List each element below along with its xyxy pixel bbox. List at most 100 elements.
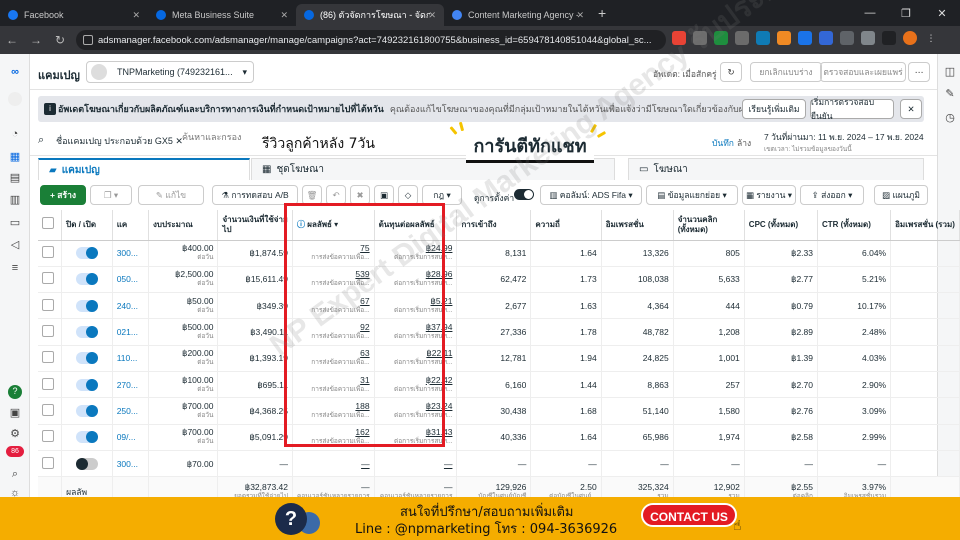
row-toggle-cell[interactable] [61,318,113,346]
review-publish-button[interactable]: ตรวจสอบและเผยแพร่ [820,62,906,82]
frequency-column-header[interactable]: ความถี่ [530,210,602,241]
close-window-icon[interactable]: ✕ [924,7,960,20]
settings-gear-icon[interactable]: ⚙ [8,428,22,440]
clear-filter-link[interactable]: ล้าง [737,136,751,150]
table-row[interactable]: 09/... ฿700.00 ต่อวัน ฿5,091.29 162 การส่งข้อ… [38,424,960,451]
account-selector[interactable]: TNPMarketing (749232161... ▾ [86,61,254,83]
table-row[interactable]: 021... ฿500.00 ต่อวัน ฿3,490.11 92 การส่งข้อค… [38,318,960,346]
reach-column-header[interactable]: การเข้าถึง [456,210,532,241]
search-icon[interactable]: ⌕ [8,468,22,480]
refresh-icon[interactable]: ↻ [720,62,742,82]
extension-icon[interactable] [756,31,770,45]
megaphone-icon[interactable]: ◁ [8,239,22,251]
more-options-icon[interactable]: ⋯ [908,62,930,82]
campaign-toggle-switch[interactable] [75,431,98,444]
extension-icon[interactable] [672,31,686,45]
puzzle-icon[interactable] [861,31,875,45]
tag-icon[interactable]: ◇ [398,185,418,205]
close-icon[interactable]: ✕ [132,10,140,21]
row-checkbox[interactable] [42,272,54,285]
row-select-cell[interactable] [38,240,63,267]
row-checkbox[interactable] [42,298,54,311]
row-toggle-cell[interactable] [61,292,113,320]
row-select-cell[interactable] [38,266,63,294]
reload-icon[interactable]: ↻ [48,33,72,47]
undo-icon[interactable]: ↶ [326,185,346,205]
extension-icon[interactable] [819,31,833,45]
tab-ads[interactable]: ▭ โฆษณา [628,158,924,180]
edit-button[interactable]: ✎ แก้ไข [138,185,204,205]
learn-more-button[interactable]: เรียนรู้เพิ่มเติม [742,99,806,119]
campaign-toggle-switch[interactable] [75,273,98,286]
row-checkbox[interactable] [42,430,54,443]
row-toggle-cell[interactable] [61,240,113,267]
campaign-toggle-switch[interactable] [75,378,98,391]
row-checkbox[interactable] [42,403,54,416]
row-select-cell[interactable] [38,318,63,346]
tab-campaigns[interactable]: ▰ แคมเปญ [38,158,250,180]
campaign-name-cell[interactable]: 300... [112,240,149,267]
spent-column-header[interactable]: จำนวนเงินที่ใช้จ่ายไป [217,210,294,241]
contact-us-button[interactable]: CONTACT US [641,503,737,527]
ctr-column-header[interactable]: CTR (ทั้งหมด) [817,210,892,241]
date-range-picker[interactable]: 7 วันที่ผ่านมา: 11 พ.ย. 2024 – 17 พ.ย. 2… [764,130,934,153]
campaign-name-cell[interactable]: 250... [112,397,149,425]
reports-icon[interactable]: ▣ [8,407,22,419]
new-tab-button[interactable]: + [598,5,606,21]
save-filter-link[interactable]: บันทึก [712,136,734,150]
campaign-name-cell[interactable]: 050... [112,266,149,294]
start-review-button[interactable]: เริ่มการตรวจสอบยืนยัน [810,97,894,121]
browser-tab-content-marketing[interactable]: Content Marketing Agency - Co✕ [444,4,592,26]
close-icon[interactable]: ✕ [576,10,584,21]
row-select-cell[interactable] [38,345,63,372]
table-row[interactable]: 300... ฿70.00— — — — — — — — — [38,450,960,478]
ab-test-button[interactable]: ⚗ การทดสอบ A/B [212,185,298,205]
row-select-cell[interactable] [38,450,63,478]
table-row[interactable]: 110... ฿200.00 ต่อวัน ฿1,393.19 63 การส่งข้อค… [38,345,960,372]
campaigns-icon[interactable]: ▦ [8,151,22,163]
campaign-name-cell[interactable]: 09/... [112,424,149,451]
table-row[interactable]: 240... ฿50.00 ต่อวัน ฿349.39 67 การส่งข้อความ… [38,292,960,320]
reports-dropdown[interactable]: ▦ รายงาน ▾ [742,185,796,205]
pages-icon[interactable]: ▤ [8,172,22,184]
row-select-cell[interactable] [38,397,63,425]
charts-button[interactable]: ▨ แผนภูมิ [874,185,928,205]
toggle-column-header[interactable]: ปิด / เปิด [61,210,113,241]
row-select-cell[interactable] [38,424,63,451]
create-button[interactable]: + สร้าง [40,185,86,205]
clicks-column-header[interactable]: จำนวนคลิก (ทั้งหมด) [673,210,745,241]
extension-icon[interactable] [693,31,707,45]
extension-icon[interactable] [735,31,749,45]
menu-icon[interactable]: ≡ [8,262,22,274]
notification-badge[interactable]: 86 [6,446,24,457]
minimize-icon[interactable]: — [852,7,888,19]
name-column-header[interactable]: แค [112,210,149,241]
extension-icon[interactable] [714,31,728,45]
dashboard-icon[interactable]: ◔ [8,128,22,140]
table-row[interactable]: 300... ฿400.00 ต่อวัน ฿1,874.59 75 การส่งข้อค… [38,240,960,267]
profile-avatar[interactable] [903,31,917,45]
export-dropdown[interactable]: ⇪ ส่งออก ▾ [800,185,864,205]
campaign-name-cell[interactable]: 240... [112,292,149,320]
cpc-column-header[interactable]: CPC (ทั้งหมด) [744,210,818,241]
meta-logo-icon[interactable]: ∞ [8,66,22,78]
close-icon[interactable]: ✕ [280,10,288,21]
row-checkbox[interactable] [42,456,54,469]
browser-tab-meta-business-suite[interactable]: Meta Business Suite ✕ [148,4,296,26]
campaign-name-cell[interactable]: 270... [112,371,149,399]
row-checkbox[interactable] [42,246,54,259]
row-toggle-cell[interactable] [61,397,113,425]
search-input[interactable] [182,132,262,142]
row-checkbox[interactable] [42,325,54,338]
audiences-icon[interactable]: ▥ [8,194,22,206]
url-field[interactable]: adsmanager.facebook.com/adsmanager/manag… [76,30,666,50]
rules-dropdown[interactable]: กฎ ▾ [422,185,462,205]
maximize-icon[interactable]: ❐ [888,7,924,20]
edit-pencil-icon[interactable]: ✎ [943,88,957,100]
row-toggle-cell[interactable] [61,450,113,478]
browser-tab-ads-manager[interactable]: (86) ตัวจัดการโฆษณา - จัดการโฆษณา✕ [296,4,444,26]
extension-icon[interactable] [777,31,791,45]
filter-chip[interactable]: ชื่อแคมเปญ ประกอบด้วย GX5 ✕ [56,134,183,148]
preview-icon[interactable]: ▣ [374,185,394,205]
campaign-name-cell[interactable]: 110... [112,345,149,372]
